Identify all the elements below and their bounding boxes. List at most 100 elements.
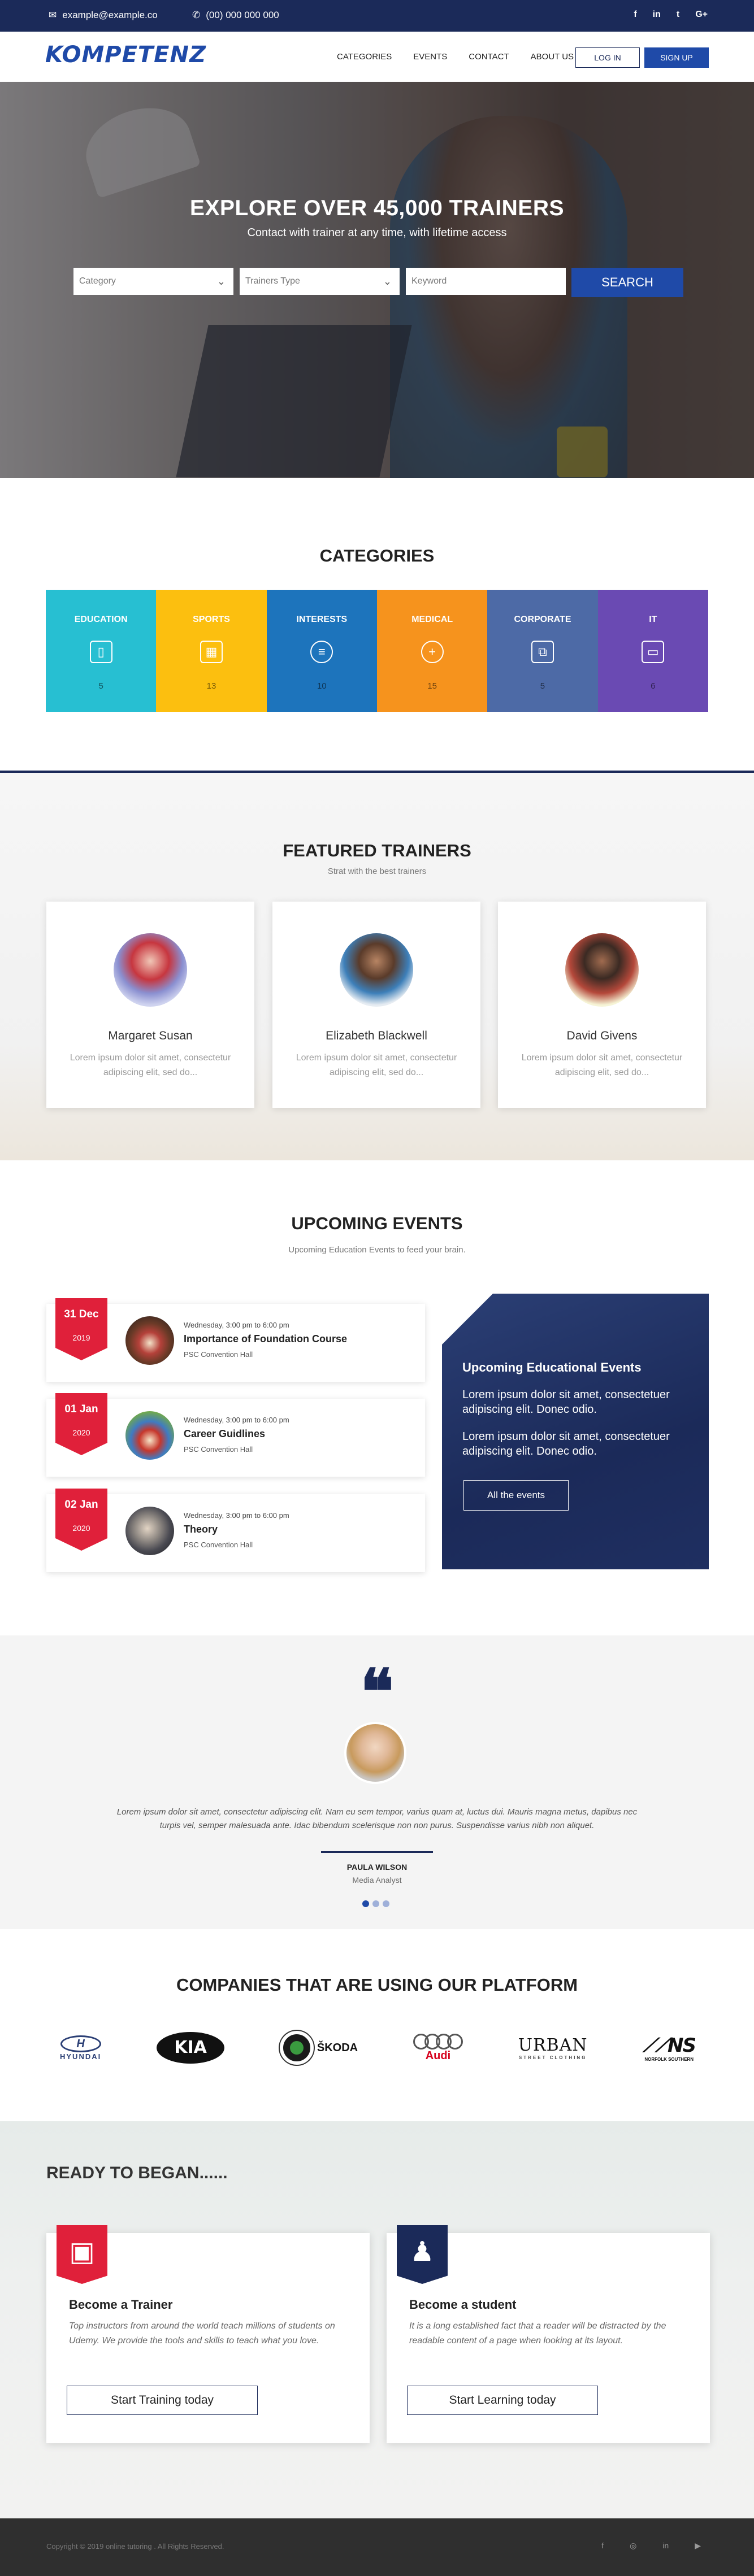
event-year: 2019	[72, 1333, 90, 1342]
category-label: EDUCATION	[74, 615, 128, 624]
companies-title: COMPANIES THAT ARE USING OUR PLATFORM	[176, 1975, 578, 1995]
events-panel-text: Lorem ipsum dolor sit amet, consectetuer…	[462, 1430, 670, 1457]
category-label: MEDICAL	[411, 615, 453, 624]
event-time: Wednesday, 3:00 pm to 6:00 pm	[184, 1321, 289, 1329]
event-card[interactable]: 02 Jan 2020 Wednesday, 3:00 pm to 6:00 p…	[46, 1489, 425, 1572]
calculator-icon: ▦	[200, 641, 223, 663]
start-training-button[interactable]: Start Training today	[67, 2386, 258, 2415]
event-card[interactable]: 31 Dec 2019 Wednesday, 3:00 pm to 6:00 p…	[46, 1298, 425, 1382]
category-count: 6	[651, 681, 656, 691]
site-logo[interactable]: KOMPETENZ	[45, 42, 206, 68]
event-time: Wednesday, 3:00 pm to 6:00 pm	[184, 1511, 289, 1520]
event-image	[125, 1411, 174, 1460]
trainer-card[interactable]: Elizabeth Blackwell Lorem ipsum dolor si…	[272, 902, 480, 1108]
phone-icon: ✆	[192, 10, 201, 20]
event-year: 2020	[72, 1428, 90, 1437]
categories-title: CATEGORIES	[319, 546, 435, 565]
envelope-icon: ✉	[49, 10, 57, 20]
carousel-dot[interactable]	[362, 1900, 369, 1907]
kia-logo: KIA	[157, 2032, 225, 2064]
youtube-icon[interactable]: ▶	[695, 2541, 701, 2551]
twitter-icon[interactable]: t	[677, 10, 679, 20]
signup-button[interactable]: SIGN UP	[644, 47, 709, 68]
event-image	[125, 1316, 174, 1365]
testimonial-quote: Lorem ipsum dolor sit amet, consectetur …	[116, 1807, 638, 1830]
facebook-icon[interactable]: f	[601, 2541, 604, 2551]
keyword-input[interactable]: Keyword	[406, 268, 566, 295]
phone-contact[interactable]: ✆ (00) 000 000 000	[192, 10, 279, 21]
hero-section: EXPLORE OVER 45,000 TRAINERS Contact wit…	[0, 82, 754, 478]
search-button[interactable]: SEARCH	[571, 268, 683, 297]
keyword-placeholder: Keyword	[411, 276, 447, 286]
ready-title: READY TO BEGAN......	[46, 2164, 228, 2182]
category-tile-interests[interactable]: INTERESTS ≡ 10	[266, 590, 377, 712]
urban-logo: URBAN STREET CLOTHING	[518, 2035, 588, 2060]
start-learning-button[interactable]: Start Learning today	[407, 2386, 598, 2415]
testimonial-role: Media Analyst	[352, 1876, 402, 1885]
carousel-dot[interactable]	[372, 1900, 379, 1907]
instagram-icon[interactable]: ◎	[630, 2541, 636, 2551]
event-time: Wednesday, 3:00 pm to 6:00 pm	[184, 1416, 289, 1424]
phone-text: (00) 000 000 000	[206, 10, 279, 20]
trainer-avatar	[340, 933, 413, 1007]
trainer-description: Lorem ipsum dolor sit amet, consectetur …	[521, 1053, 683, 1077]
event-date-badge: 02 Jan 2020	[55, 1489, 107, 1551]
facebook-icon[interactable]: f	[634, 10, 636, 20]
footer: Copyright © 2019 online tutoring . All R…	[0, 2518, 754, 2576]
testimonial-divider	[321, 1851, 433, 1853]
event-card[interactable]: 01 Jan 2020 Wednesday, 3:00 pm to 6:00 p…	[46, 1393, 425, 1477]
login-button[interactable]: LOG IN	[575, 47, 640, 68]
nav-item-categories[interactable]: CATEGORIES	[337, 52, 392, 62]
category-tile-corporate[interactable]: CORPORATE ⧉ 5	[487, 590, 598, 712]
linkedin-icon[interactable]: in	[662, 2541, 669, 2551]
carousel-dot[interactable]	[383, 1900, 389, 1907]
devices-icon: ▭	[642, 641, 665, 663]
category-label: CORPORATE	[514, 615, 571, 624]
category-tile-education[interactable]: EDUCATION ▯ 5	[46, 590, 157, 712]
main-nav: KOMPETENZ CATEGORIES EVENTS CONTACT ABOU…	[0, 32, 754, 81]
category-tile-it[interactable]: IT ▭ 6	[597, 590, 708, 712]
category-count: 13	[206, 681, 216, 691]
trainer-name: David Givens	[566, 1029, 638, 1042]
testimonial-avatar	[344, 1722, 406, 1784]
trainer-card[interactable]: David Givens Lorem ipsum dolor sit amet,…	[498, 902, 706, 1108]
events-subtitle: Upcoming Education Events to feed your b…	[288, 1245, 466, 1255]
trainer-card[interactable]: Margaret Susan Lorem ipsum dolor sit ame…	[46, 902, 254, 1108]
hyundai-logo: H HYUNDAI	[60, 2035, 101, 2061]
events-panel-text: Lorem ipsum dolor sit amet, consectetuer…	[462, 1389, 670, 1416]
event-location: PSC Convention Hall	[184, 1541, 253, 1549]
trainers-subtitle: Strat with the best trainers	[327, 867, 427, 876]
linkedin-icon[interactable]: in	[653, 10, 661, 20]
trainer-type-select[interactable]: Trainers Type ⌄	[240, 268, 400, 295]
phone-icon: ▯	[89, 641, 112, 663]
briefcase-icon: ⧉	[531, 641, 554, 663]
graduate-student-icon: ♟	[397, 2225, 448, 2284]
audi-logo: Audi	[413, 2033, 463, 2062]
all-events-button[interactable]: All the events	[463, 1480, 569, 1511]
category-count: 15	[427, 681, 437, 691]
email-text: example@example.co	[62, 10, 158, 20]
event-date-badge: 31 Dec 2019	[55, 1298, 107, 1360]
event-date: 31 Dec	[64, 1308, 99, 1320]
footer-social: f ◎ in ▶	[601, 2541, 701, 2551]
category-select[interactable]: Category ⌄	[73, 268, 233, 295]
category-tile-medical[interactable]: MEDICAL + 15	[376, 590, 488, 712]
plus-circle-icon: +	[421, 641, 444, 663]
trainer-name: Elizabeth Blackwell	[326, 1029, 427, 1042]
presentation-board-icon: ▣	[57, 2225, 107, 2284]
nav-item-about-us[interactable]: ABOUT US	[531, 52, 574, 62]
nav-item-contact[interactable]: CONTACT	[469, 52, 509, 62]
google-plus-icon[interactable]: G+	[695, 10, 708, 20]
nav-item-events[interactable]: EVENTS	[413, 52, 447, 62]
event-date: 02 Jan	[64, 1499, 98, 1511]
trainer-description: Lorem ipsum dolor sit amet, consectetur …	[296, 1053, 457, 1077]
skoda-logo: ŠKODA	[279, 2031, 358, 2065]
email-contact[interactable]: ✉ example@example.co	[49, 10, 158, 21]
event-date-badge: 01 Jan 2020	[55, 1393, 107, 1455]
category-tile-sports[interactable]: SPORTS ▦ 13	[156, 590, 267, 712]
event-date: 01 Jan	[64, 1403, 98, 1415]
event-image	[125, 1507, 174, 1555]
card-title: Become a Trainer	[69, 2297, 173, 2312]
become-student-card: ♟ Become a student It is a long establis…	[387, 2225, 710, 2443]
events-promo-panel: Upcoming Educational Events Lorem ipsum …	[442, 1294, 709, 1569]
